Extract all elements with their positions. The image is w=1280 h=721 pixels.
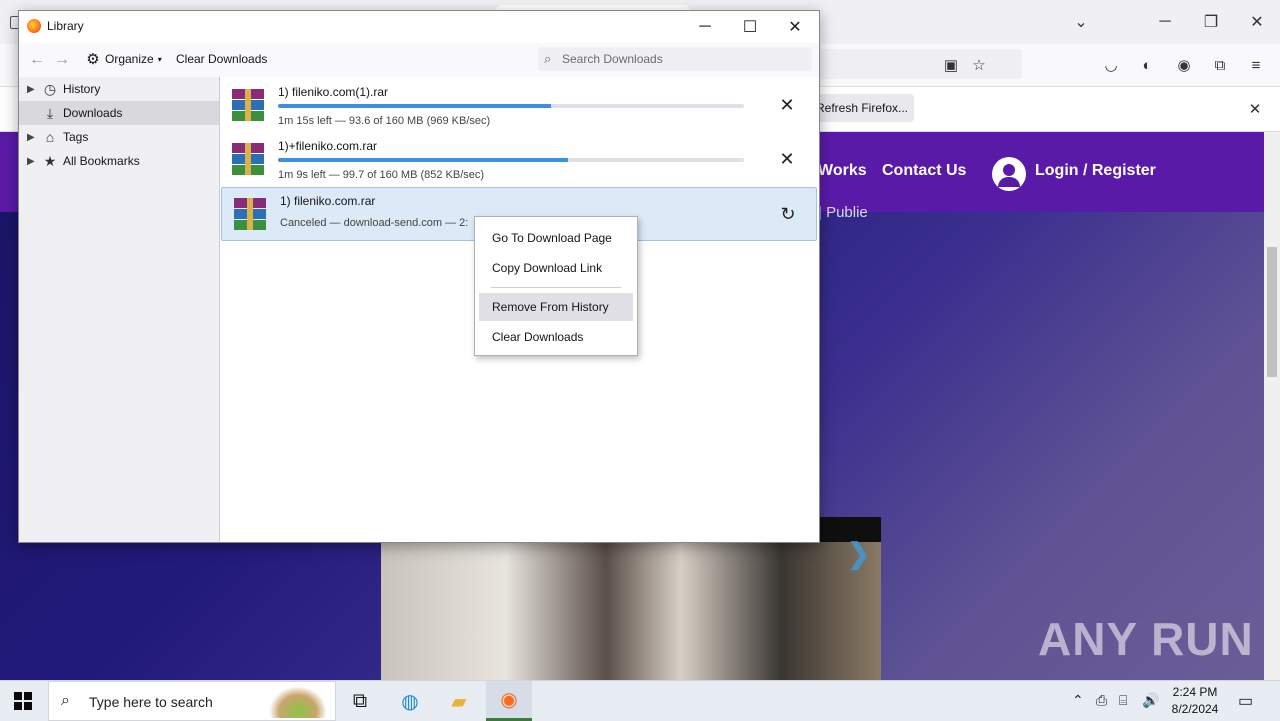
library-maximize-icon[interactable]: ☐ — [730, 15, 770, 39]
reader-view-icon[interactable]: ▣ — [942, 56, 960, 74]
next-arrow-icon[interactable]: ❯ — [847, 537, 870, 570]
sidebar-item-downloads[interactable]: ⤓ Downloads — [19, 101, 219, 125]
device-icon[interactable]: ⎙ — [1096, 692, 1107, 709]
close-icon[interactable]: ✕ — [1244, 10, 1270, 34]
video-thumbnail — [381, 542, 881, 680]
library-window: Library ─ ☐ ✕ ← → ⚙ Organize ▾ Clear Dow… — [18, 10, 820, 543]
library-close-icon[interactable]: ✕ — [775, 15, 815, 39]
menu-item-clear-downloads[interactable]: Clear Downloads — [479, 323, 633, 351]
download-item[interactable]: 1)+fileniko.com.rar 1m 9s left — 99.7 of… — [220, 133, 817, 185]
expand-icon[interactable]: ▶ — [27, 132, 39, 143]
expand-icon[interactable]: ▶ — [27, 84, 39, 95]
sidebar-item-tags[interactable]: ▶ ⌂ Tags — [19, 125, 219, 149]
page-text-fragment: | Publie — [818, 204, 868, 221]
star-icon: ★ — [43, 152, 57, 169]
taskbar: ⌕ Type here to search ⧉ ◍ ▰ ◉ ⌃ ⎙ ⌸ 🔊 2:… — [0, 680, 1280, 721]
menu-icon[interactable]: ≡ — [1247, 56, 1265, 74]
tag-icon: ⌂ — [45, 129, 55, 145]
sidebar-item-label: Tags — [63, 130, 89, 144]
sidebar-item-label: All Bookmarks — [63, 154, 140, 168]
sidebar-item-all-bookmarks[interactable]: ▶ ★ All Bookmarks — [19, 149, 219, 173]
menu-item-go-to-download-page[interactable]: Go To Download Page — [479, 224, 633, 252]
download-filename: 1)+fileniko.com.rar — [278, 139, 378, 153]
firefox-logo-icon — [27, 19, 41, 33]
windows-start-icon[interactable] — [14, 692, 32, 710]
menu-item-remove-from-history[interactable]: Remove From History — [479, 293, 633, 321]
nav-link-contact[interactable]: Contact Us — [882, 162, 966, 180]
show-hidden-icons-icon[interactable]: ⌃ — [1072, 692, 1084, 709]
library-sidebar: ▶ ◷ History ⤓ Downloads ▶ ⌂ Tags ▶ ★ All… — [19, 77, 220, 542]
sidebar-item-history[interactable]: ▶ ◷ History — [19, 77, 219, 101]
back-arrow-icon[interactable]: ← — [29, 51, 45, 69]
library-title: Library — [47, 19, 84, 33]
download-item[interactable]: 1) fileniko.com(1).rar 1m 15s left — 93.… — [220, 79, 817, 131]
library-titlebar: Library ─ ☐ ✕ — [19, 11, 819, 43]
clock-time: 2:24 PM — [1172, 685, 1218, 699]
download-status: 1m 9s left — 99.7 of 160 MB (852 KB/sec) — [278, 169, 485, 181]
login-register-link[interactable]: Login / Register — [1035, 162, 1156, 180]
user-avatar-icon[interactable] — [992, 157, 1026, 191]
clock-icon: ◷ — [43, 80, 57, 97]
rar-file-icon — [232, 89, 264, 121]
sidebar-item-label: Downloads — [63, 106, 123, 120]
taskbar-search[interactable]: ⌕ Type here to search — [48, 681, 336, 721]
expand-icon[interactable]: ▶ — [27, 156, 39, 167]
search-icon: ⌕ — [544, 51, 552, 66]
close-notification-icon[interactable]: ✕ — [1246, 100, 1264, 118]
search-icon: ⌕ — [61, 692, 70, 709]
url-bar[interactable] — [800, 49, 1022, 79]
download-filename: 1) fileniko.com.rar — [280, 194, 376, 208]
taskbar-search-placeholder: Type here to search — [89, 694, 213, 710]
gear-icon: ⚙ — [86, 51, 100, 68]
clock-date: 8/2/2024 — [1171, 702, 1219, 716]
download-status: Canceled — download-send.com — 2: — [280, 217, 469, 229]
cancel-download-icon[interactable]: ✕ — [772, 145, 802, 173]
restore-icon[interactable]: ❐ — [1198, 10, 1224, 34]
extensions-icon[interactable]: ⧉ — [1211, 56, 1229, 74]
taskbar-clock[interactable]: 2:24 PM 8/2/2024 — [1160, 684, 1230, 718]
task-view-icon[interactable]: ⧉ — [337, 681, 383, 721]
download-icon: ⤓ — [46, 104, 54, 121]
volume-icon[interactable]: 🔊 — [1142, 692, 1159, 709]
firefox-taskbar-icon[interactable]: ◉ — [486, 681, 532, 721]
list-all-tabs-icon[interactable]: ⌄ — [1068, 10, 1094, 34]
rar-file-icon — [234, 198, 266, 230]
edge-icon[interactable]: ◍ — [387, 681, 433, 721]
library-minimize-icon[interactable]: ─ — [685, 15, 725, 39]
minimize-icon[interactable]: ─ — [1152, 10, 1178, 34]
scroll-thumb[interactable] — [1267, 247, 1277, 377]
watermark-logo: ANY RUN — [1038, 613, 1254, 665]
download-progress — [278, 104, 744, 108]
organize-button[interactable]: ⚙ Organize ▾ — [85, 51, 162, 68]
account-icon[interactable]: ◉ — [1175, 56, 1193, 74]
extension-icon[interactable]: ◐ — [1138, 56, 1156, 74]
refresh-firefox-button[interactable]: Refresh Firefox... — [810, 94, 914, 122]
retry-download-icon[interactable]: ↻ — [773, 200, 803, 228]
forward-arrow-icon[interactable]: → — [54, 51, 70, 69]
nav-link-works[interactable]: Works — [818, 162, 867, 180]
download-status: 1m 15s left — 93.6 of 160 MB (969 KB/sec… — [278, 115, 491, 127]
pocket-icon[interactable]: ◡ — [1102, 56, 1120, 74]
notification-center-icon[interactable]: ▭ — [1238, 691, 1253, 711]
chevron-down-icon: ▾ — [157, 54, 162, 64]
context-menu: Go To Download Page Copy Download Link R… — [474, 216, 638, 356]
library-toolbar: ← → ⚙ Organize ▾ Clear Downloads ⌕ — [19, 43, 819, 77]
download-progress — [278, 158, 744, 162]
menu-separator — [491, 287, 621, 288]
search-highlight-image — [269, 686, 327, 718]
clear-downloads-button[interactable]: Clear Downloads — [176, 52, 267, 66]
page-scrollbar[interactable] — [1264, 132, 1280, 680]
organize-label: Organize — [105, 52, 154, 66]
search-box[interactable]: ⌕ — [538, 47, 812, 71]
bookmark-star-icon[interactable]: ☆ — [970, 56, 988, 74]
rar-file-icon — [232, 143, 264, 175]
download-filename: 1) fileniko.com(1).rar — [278, 85, 389, 99]
menu-item-copy-download-link[interactable]: Copy Download Link — [479, 254, 633, 282]
file-explorer-icon[interactable]: ▰ — [436, 681, 482, 721]
search-input[interactable] — [562, 47, 802, 71]
sidebar-item-label: History — [63, 82, 101, 96]
network-icon[interactable]: ⌸ — [1119, 692, 1127, 709]
cancel-download-icon[interactable]: ✕ — [772, 91, 802, 119]
